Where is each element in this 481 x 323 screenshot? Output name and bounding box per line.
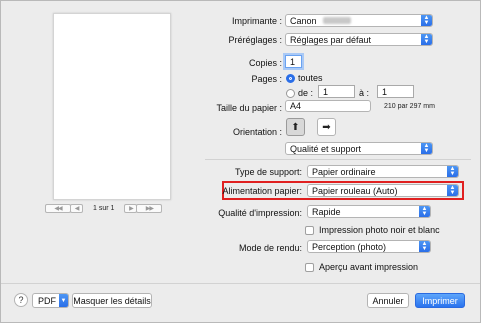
- pages-from-input[interactable]: 1: [318, 85, 355, 98]
- section-divider: [205, 159, 471, 160]
- next-page-icon: ▶: [129, 206, 134, 212]
- presets-value: Réglages par défaut: [290, 34, 372, 45]
- updown-arrow-icon: ▲ ▼: [421, 143, 432, 154]
- pdf-menu-button[interactable]: PDF ▼: [32, 293, 69, 308]
- last-page-button[interactable]: ▶▶: [136, 204, 163, 213]
- preview-check-label: Aperçu avant impression: [319, 262, 419, 272]
- landscape-button[interactable]: ➡: [317, 118, 336, 136]
- print-quality-label: Qualité d'impression:: [218, 208, 302, 218]
- paper-size-select[interactable]: A4 ▲▼: [285, 100, 371, 112]
- print-quality-value: Rapide: [312, 206, 341, 217]
- pages-label: Pages :: [251, 74, 282, 84]
- grayscale-label: Impression photo noir et blanc: [319, 225, 440, 235]
- preview-checkbox[interactable]: [305, 262, 314, 272]
- grayscale-option[interactable]: Impression photo noir et blanc: [305, 225, 440, 235]
- paper-source-select[interactable]: Papier rouleau (Auto) ▲ ▼: [307, 184, 459, 197]
- first-page-icon: ◀◀: [54, 206, 62, 212]
- last-page-icon: ▶▶: [145, 206, 154, 212]
- chevron-down-icon: ▼: [59, 294, 68, 307]
- cancel-button[interactable]: Annuler: [367, 293, 409, 308]
- section-value: Qualité et support: [290, 143, 362, 154]
- page-preview: [53, 13, 171, 200]
- updown-arrow-icon: ▲ ▼: [421, 15, 432, 26]
- pages-all-option[interactable]: toutes: [286, 73, 323, 83]
- printer-select[interactable]: Canon ▲ ▼: [285, 14, 433, 27]
- presets-select[interactable]: Réglages par défaut ▲ ▼: [285, 33, 433, 46]
- hide-details-button[interactable]: Masquer les détails: [72, 293, 152, 308]
- portrait-button[interactable]: ⬆: [286, 118, 305, 136]
- print-button[interactable]: Imprimer: [415, 293, 465, 308]
- landscape-orientation-icon: ➡: [322, 121, 331, 133]
- rendering-select[interactable]: Perception (photo) ▲ ▼: [307, 240, 431, 253]
- portrait-orientation-icon: ⬆: [291, 121, 300, 133]
- updown-arrow-icon: ▲ ▼: [447, 185, 458, 196]
- radio-all[interactable]: [286, 73, 295, 83]
- prev-page-button[interactable]: ◀: [70, 204, 83, 213]
- rendering-value: Perception (photo): [312, 241, 387, 252]
- grayscale-checkbox[interactable]: [305, 225, 314, 235]
- printer-model-redacted: [322, 17, 351, 24]
- prev-page-icon: ◀: [74, 206, 80, 212]
- printer-label: Imprimante :: [231, 16, 282, 26]
- first-page-button[interactable]: ◀◀: [45, 204, 71, 213]
- paper-size-label: Taille du papier :: [216, 103, 282, 113]
- media-type-label: Type de support:: [234, 167, 302, 177]
- paper-source-value: Papier rouleau (Auto): [312, 185, 398, 196]
- updown-arrow-icon: ▲ ▼: [419, 241, 430, 252]
- presets-label: Préréglages :: [228, 35, 282, 45]
- updown-arrow-icon: ▲ ▼: [421, 34, 432, 45]
- pages-range-option[interactable]: de :: [286, 88, 313, 98]
- updown-arrow-icon: ▲ ▼: [447, 166, 458, 177]
- page-count: 1 sur 1: [93, 205, 115, 212]
- orientation-label: Orientation :: [232, 127, 282, 137]
- paper-dimensions: 210 par 297 mm: [384, 103, 435, 110]
- pages-to-label: à :: [359, 88, 370, 98]
- footer-divider: [1, 283, 480, 284]
- media-type-select[interactable]: Papier ordinaire ▲ ▼: [307, 165, 459, 178]
- pages-from-label: de :: [298, 88, 314, 98]
- pdf-label: PDF: [38, 295, 56, 306]
- rendering-label: Mode de rendu:: [238, 243, 302, 253]
- pages-all-label: toutes: [298, 73, 323, 83]
- pages-to-input[interactable]: 1: [377, 85, 414, 98]
- updown-arrow-icon: ▲ ▼: [419, 206, 430, 217]
- printer-name: Canon: [290, 15, 317, 26]
- copies-input[interactable]: 1: [285, 55, 302, 68]
- print-quality-select[interactable]: Rapide ▲ ▼: [307, 205, 431, 218]
- media-type-value: Papier ordinaire: [312, 166, 376, 177]
- paper-size-value: A4: [290, 101, 302, 111]
- preview-pager: ◀◀ ◀ 1 sur 1 ▶ ▶▶: [45, 203, 163, 214]
- help-button[interactable]: ?: [14, 293, 28, 307]
- help-icon: ?: [18, 295, 24, 305]
- copies-label: Copies :: [248, 58, 282, 68]
- radio-range[interactable]: [286, 88, 295, 98]
- print-dialog: ◀◀ ◀ 1 sur 1 ▶ ▶▶ Imprimante : Canon ▲ ▼ …: [0, 0, 481, 323]
- preview-option[interactable]: Aperçu avant impression: [305, 262, 418, 272]
- paper-source-label: Alimentation papier:: [222, 186, 302, 196]
- section-select[interactable]: Qualité et support ▲ ▼: [285, 142, 433, 155]
